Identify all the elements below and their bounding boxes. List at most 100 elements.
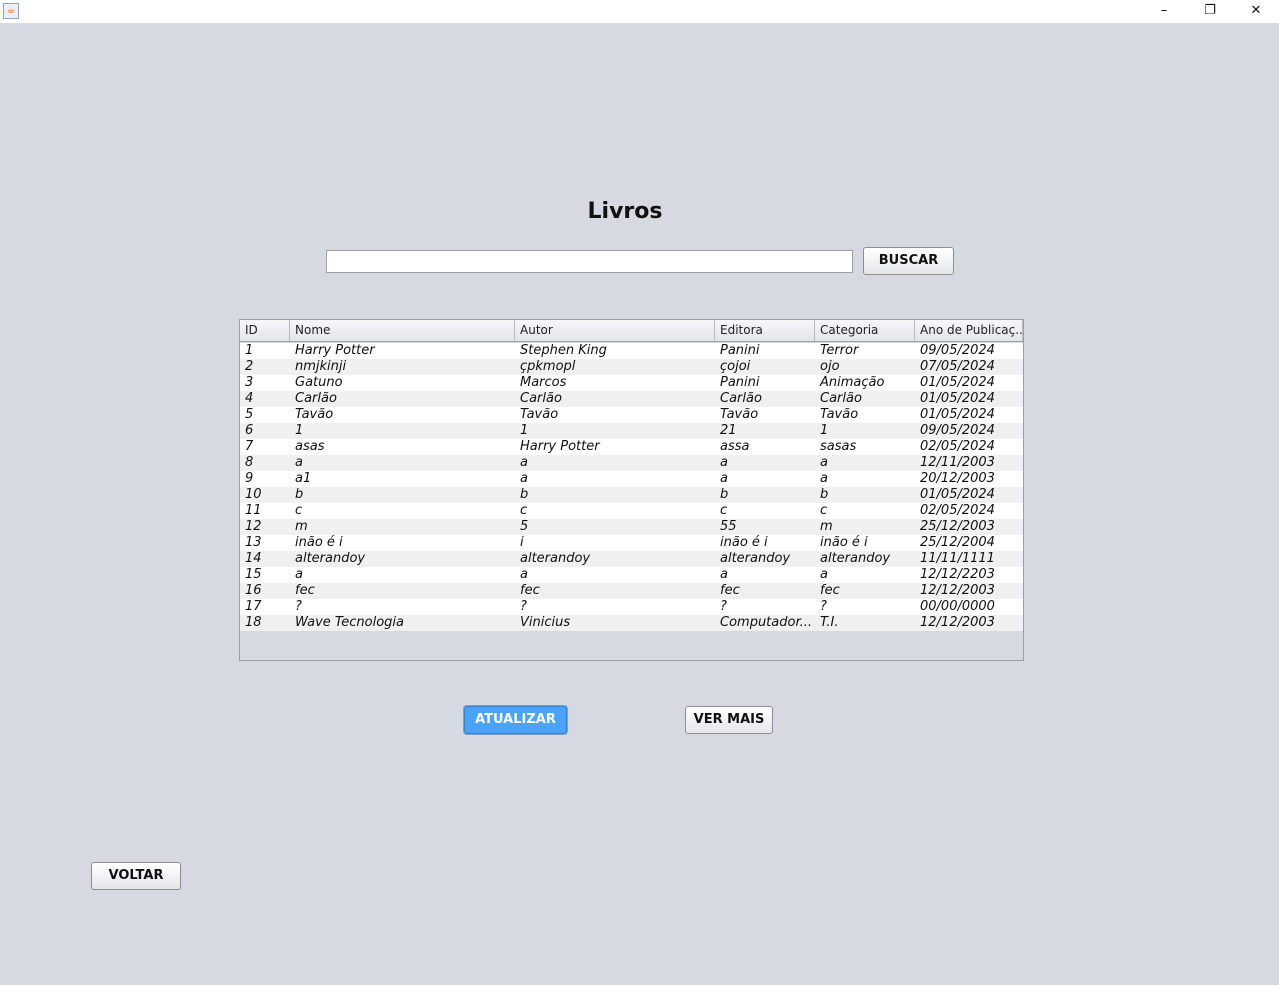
table-cell[interactable]: ? bbox=[815, 599, 915, 615]
table-cell[interactable]: inão é i bbox=[715, 535, 815, 551]
table-cell[interactable]: 02/05/2024 bbox=[915, 439, 1023, 455]
table-cell[interactable]: assa bbox=[715, 439, 815, 455]
table-cell[interactable]: 21 bbox=[715, 423, 815, 439]
table-cell[interactable]: 15 bbox=[240, 567, 290, 583]
table-cell[interactable]: Wave Tecnologia bbox=[290, 615, 515, 631]
table-cell[interactable]: fec bbox=[715, 583, 815, 599]
table-cell[interactable]: Tavão bbox=[515, 407, 715, 423]
table-cell[interactable]: 12 bbox=[240, 519, 290, 535]
table-cell[interactable]: çpkmopl bbox=[515, 359, 715, 375]
table-cell[interactable]: Animação bbox=[815, 375, 915, 391]
table-cell[interactable]: a bbox=[290, 567, 515, 583]
search-input[interactable] bbox=[326, 250, 853, 273]
table-cell[interactable]: 12/12/2003 bbox=[915, 583, 1023, 599]
table-cell[interactable]: c bbox=[290, 503, 515, 519]
table-cell[interactable]: 1 bbox=[515, 423, 715, 439]
column-header[interactable]: Autor bbox=[515, 320, 715, 341]
table-cell[interactable]: nmjkinji bbox=[290, 359, 515, 375]
table-cell[interactable]: 25/12/2004 bbox=[915, 535, 1023, 551]
table-row[interactable]: 1 Harry Potter Stephen King Panini Terror 09/… bbox=[240, 343, 1023, 359]
minimize-button[interactable]: – bbox=[1141, 0, 1187, 23]
table-cell[interactable]: alterandoy bbox=[815, 551, 915, 567]
table-cell[interactable]: c bbox=[515, 503, 715, 519]
table-row[interactable]: 13 inão é i i inão é i inão é i 25/12/2004 bbox=[240, 535, 1023, 551]
table-row[interactable]: 7 asas Harry Potter assa sasas 02/05/2024 bbox=[240, 439, 1023, 455]
table-cell[interactable]: Harry Potter bbox=[290, 343, 515, 359]
table-cell[interactable]: Tavão bbox=[290, 407, 515, 423]
voltar-button[interactable]: VOLTAR bbox=[91, 862, 181, 890]
table-cell[interactable]: a1 bbox=[290, 471, 515, 487]
column-header[interactable]: Ano de Publicaç... bbox=[915, 320, 1023, 341]
table-cell[interactable]: b bbox=[815, 487, 915, 503]
table-cell[interactable]: 17 bbox=[240, 599, 290, 615]
table-cell[interactable]: c bbox=[815, 503, 915, 519]
table-cell[interactable]: ? bbox=[290, 599, 515, 615]
table-cell[interactable]: fec bbox=[815, 583, 915, 599]
table-cell[interactable]: Tavão bbox=[815, 407, 915, 423]
table-cell[interactable]: 25/12/2003 bbox=[915, 519, 1023, 535]
table-cell[interactable]: 00/00/0000 bbox=[915, 599, 1023, 615]
table-cell[interactable]: ojo bbox=[815, 359, 915, 375]
table-row[interactable]: 6 1 1 21 1 09/05/2024 bbox=[240, 423, 1023, 439]
table-cell[interactable]: Marcos bbox=[515, 375, 715, 391]
table-row[interactable]: 4 Carlão Carlão Carlão Carlão 01/05/2024 bbox=[240, 391, 1023, 407]
table-row[interactable]: 11 c c c c 02/05/2024 bbox=[240, 503, 1023, 519]
table-row[interactable]: 2 nmjkinji çpkmopl çojoi ojo 07/05/2024 bbox=[240, 359, 1023, 375]
table-row[interactable]: 15 a a a a 12/12/2203 bbox=[240, 567, 1023, 583]
table-cell[interactable]: Carlão bbox=[715, 391, 815, 407]
close-button[interactable]: ✕ bbox=[1233, 0, 1279, 23]
table-cell[interactable]: alterandoy bbox=[715, 551, 815, 567]
table-cell[interactable]: alterandoy bbox=[290, 551, 515, 567]
table-cell[interactable]: c bbox=[715, 503, 815, 519]
table-row[interactable]: 10 b b b b 01/05/2024 bbox=[240, 487, 1023, 503]
table-row[interactable]: 9 a1 a a a 20/12/2003 bbox=[240, 471, 1023, 487]
table-cell[interactable]: a bbox=[515, 471, 715, 487]
table-cell[interactable]: Harry Potter bbox=[515, 439, 715, 455]
table-cell[interactable]: 6 bbox=[240, 423, 290, 439]
table-cell[interactable]: 5 bbox=[515, 519, 715, 535]
table-cell[interactable]: a bbox=[715, 567, 815, 583]
table-cell[interactable]: 07/05/2024 bbox=[915, 359, 1023, 375]
table-cell[interactable]: ? bbox=[715, 599, 815, 615]
table-cell[interactable]: asas bbox=[290, 439, 515, 455]
column-header[interactable]: Categoria bbox=[815, 320, 915, 341]
table-cell[interactable]: 01/05/2024 bbox=[915, 391, 1023, 407]
table-cell[interactable]: alterandoy bbox=[515, 551, 715, 567]
books-table[interactable]: ID Nome Autor Editora Categoria Ano de Public… bbox=[239, 319, 1024, 661]
table-cell[interactable]: 3 bbox=[240, 375, 290, 391]
table-cell[interactable]: 20/12/2003 bbox=[915, 471, 1023, 487]
table-cell[interactable]: a bbox=[715, 455, 815, 471]
table-row[interactable]: 18 Wave Tecnologia Vinicius Computador... T.… bbox=[240, 615, 1023, 631]
table-cell[interactable]: 10 bbox=[240, 487, 290, 503]
table-cell[interactable]: 2 bbox=[240, 359, 290, 375]
table-cell[interactable]: Tavão bbox=[715, 407, 815, 423]
table-cell[interactable]: m bbox=[290, 519, 515, 535]
table-cell[interactable]: Terror bbox=[815, 343, 915, 359]
table-row[interactable]: 17???? 00/00/0000 bbox=[240, 599, 1023, 615]
table-cell[interactable]: 1 bbox=[815, 423, 915, 439]
table-cell[interactable]: 12/12/2203 bbox=[915, 567, 1023, 583]
table-cell[interactable]: Vinicius bbox=[515, 615, 715, 631]
table-cell[interactable]: Stephen King bbox=[515, 343, 715, 359]
table-cell[interactable]: 09/05/2024 bbox=[915, 423, 1023, 439]
table-cell[interactable]: inão é i bbox=[290, 535, 515, 551]
table-cell[interactable]: 11/11/1111 bbox=[915, 551, 1023, 567]
table-cell[interactable]: a bbox=[715, 471, 815, 487]
atualizar-button[interactable]: ATUALIZAR bbox=[464, 706, 567, 734]
column-header[interactable]: Editora bbox=[715, 320, 815, 341]
table-row[interactable]: 12 m 5 55 m 25/12/2003 bbox=[240, 519, 1023, 535]
table-cell[interactable]: a bbox=[815, 471, 915, 487]
table-cell[interactable]: 55 bbox=[715, 519, 815, 535]
table-cell[interactable]: 16 bbox=[240, 583, 290, 599]
table-cell[interactable]: 01/05/2024 bbox=[915, 407, 1023, 423]
table-cell[interactable]: ? bbox=[515, 599, 715, 615]
table-row[interactable]: 5 Tavão Tavão Tavão Tavão 01/05/2024 bbox=[240, 407, 1023, 423]
table-cell[interactable]: Carlão bbox=[815, 391, 915, 407]
table-cell[interactable]: 12/12/2003 bbox=[915, 615, 1023, 631]
table-cell[interactable]: sasas bbox=[815, 439, 915, 455]
table-cell[interactable]: çojoi bbox=[715, 359, 815, 375]
table-cell[interactable]: 1 bbox=[290, 423, 515, 439]
table-cell[interactable]: b bbox=[290, 487, 515, 503]
table-cell[interactable]: a bbox=[815, 455, 915, 471]
table-cell[interactable]: Panini bbox=[715, 343, 815, 359]
